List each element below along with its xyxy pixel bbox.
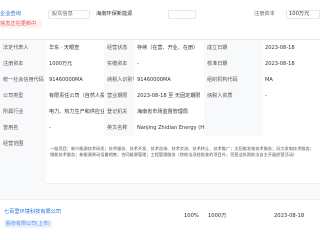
top-bar: 企业查询 信息正在更新中 股东信息 海南环保新能源 注册资本 100万元 xyxy=(0,0,320,40)
register-label: 注册资本 xyxy=(254,11,275,17)
investment-ratio: 100% xyxy=(184,213,199,219)
info-value xyxy=(262,120,320,136)
info-value: - xyxy=(262,88,320,104)
company-status-chip: 股份有限公司(上市) xyxy=(4,220,52,228)
top-tag[interactable]: 股东信息 xyxy=(48,10,90,19)
info-label: 英文名称 xyxy=(104,120,134,136)
info-label: 营业期限 xyxy=(104,88,134,104)
table-header xyxy=(0,184,320,200)
info-label: 注册资本 xyxy=(0,56,46,72)
info-label: 纳税人资质 xyxy=(204,88,262,104)
info-label: 登记机关 xyxy=(104,104,134,120)
copy-button[interactable] xyxy=(168,10,196,19)
investment-company-name[interactable]: 七百里环境科技有限公司 xyxy=(4,208,61,217)
info-row: 公司类型 有限责任公司（自然人投资或控股） 营业期限 2023-08-18 至 … xyxy=(0,88,320,104)
info-row: 法定代表人 华东 · 天眼查 经营状态 存续（在营、开业、在册） 成立日期 20… xyxy=(0,40,320,56)
info-value: 2023-08-18 xyxy=(262,56,320,72)
info-value: 91460000MA xyxy=(46,72,104,88)
info-label: 所属行业 xyxy=(0,104,46,120)
info-value: 2023-08-18 至 无固定期限 xyxy=(134,88,204,104)
business-scope: 经营范围 一般项目：新兴能源技术研发；技术服务、技术开发、技术咨询、技术交流、技… xyxy=(0,136,320,184)
info-row: 曾用名 - 英文名称 Nanjing Zhidian Energy (Haina… xyxy=(0,120,320,136)
info-value: 海南省市场监督管理局 xyxy=(134,104,204,120)
scope-label: 经营范围 xyxy=(0,136,46,184)
investment-section: 七百里环境科技有限公司 股份有限公司(上市) 100% 1000万 2023-0… xyxy=(0,184,320,240)
info-label: 公司类型 xyxy=(0,88,46,104)
info-label xyxy=(204,120,262,136)
investment-amount: 1000万 xyxy=(208,213,227,219)
info-label: 成立日期 xyxy=(204,40,262,56)
info-value: 电力、热力生产和供应业 xyxy=(46,104,104,120)
top-company: 海南环保新能源 xyxy=(96,11,133,17)
scope-text: 一般项目：新兴能源技术研发；技术服务、技术开发、技术咨询、技术交流、技术转让、技… xyxy=(50,146,314,157)
info-value: MA xyxy=(262,72,320,88)
register-value: 100万元 xyxy=(286,10,320,19)
info-label: 经营状态 xyxy=(104,40,134,56)
info-label xyxy=(204,104,262,120)
info-value: - xyxy=(134,56,204,72)
info-label: 组织机构代码 xyxy=(204,72,262,88)
info-label: 实缴资本 xyxy=(104,56,134,72)
info-value: 91460000MA xyxy=(134,72,204,88)
info-row: 所属行业 电力、热力生产和供应业 登记机关 海南省市场监督管理局 xyxy=(0,104,320,120)
info-value: Nanjing Zhidian Energy (Hainan) Co., Ltd… xyxy=(134,120,204,136)
info-value: 有限责任公司（自然人投资或控股） xyxy=(46,88,104,104)
info-value: 1000万元 xyxy=(46,56,104,72)
info-label: 核准日期 xyxy=(204,56,262,72)
info-label: 纳税人识别号 xyxy=(104,72,134,88)
company-cell[interactable]: 七百里环境科技有限公司 股份有限公司(上市) xyxy=(0,208,110,230)
info-label: 统一社会信用代码 xyxy=(0,72,46,88)
top-note: 信息正在更新中 xyxy=(0,20,42,28)
info-label: 曾用名 xyxy=(0,120,46,136)
info-value: - xyxy=(46,120,104,136)
info-row: 注册资本 1000万元 实缴资本 - 核准日期 2023-08-18 xyxy=(0,56,320,72)
info-value: 华东 · 天眼查 xyxy=(46,40,104,56)
info-grid: 法定代表人 华东 · 天眼查 经营状态 存续（在营、开业、在册） 成立日期 20… xyxy=(0,40,320,136)
info-value xyxy=(262,104,320,120)
info-value: 2023-08-18 xyxy=(262,40,320,56)
info-value: 存续（在营、开业、在册） xyxy=(134,40,204,56)
info-row: 统一社会信用代码 91460000MA 纳税人识别号 91460000MA 组织… xyxy=(0,72,320,88)
investment-date: 2023-08-18 xyxy=(274,213,305,219)
top-badge: 企业查询 xyxy=(0,11,21,17)
table-row[interactable]: 七百里环境科技有限公司 股份有限公司(上市) 100% 1000万 2023-0… xyxy=(0,200,320,240)
info-label: 法定代表人 xyxy=(0,40,46,56)
